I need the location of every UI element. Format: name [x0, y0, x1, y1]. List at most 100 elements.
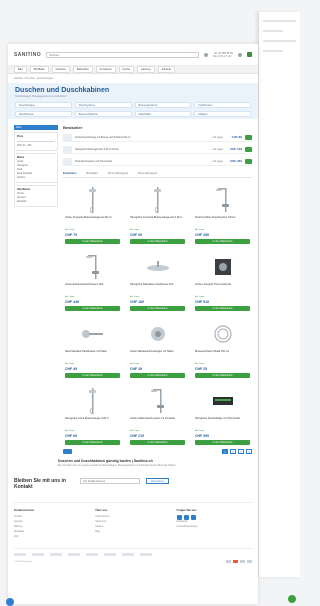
add-to-cart-button[interactable]: In den Warenkorb [65, 239, 120, 244]
flag-icon[interactable] [104, 553, 116, 556]
product-card[interactable]: Grohe Euphoria Duschsystem 260 Auf Lager C… [63, 250, 122, 313]
add-to-cart-button[interactable]: In den Warenkorb [65, 306, 120, 311]
subcategory-link[interactable]: Brauseschläuche [74, 111, 132, 117]
footer-link[interactable]: FAQ [14, 535, 89, 540]
add-to-cart-button[interactable]: In den Warenkorb [195, 239, 250, 244]
youtube-icon[interactable] [190, 515, 196, 520]
filter-option[interactable]: Sanitino [17, 176, 55, 180]
product-card[interactable]: Grohe Wandanschlussbogen mit Halter Auf L… [128, 317, 187, 380]
product-name[interactable]: Ideal Standard Handbrause mit Halter [65, 350, 120, 362]
product-card[interactable]: Hansgrohe Raindance Kopfbrause 240 Auf La… [128, 250, 187, 313]
product-card[interactable]: Brauseschlauch Metall 150 cm Auf Lager CHF… [193, 317, 252, 380]
footer-link[interactable]: Kundenbewertungen [177, 525, 252, 530]
add-to-cart-button[interactable] [245, 134, 252, 140]
site-logo[interactable]: SANITINO [14, 52, 41, 58]
product-name[interactable]: Grohe Euphoria Duschsystem 260 [65, 283, 120, 295]
add-to-cart-button[interactable]: In den Warenkorb [130, 239, 185, 244]
prev-page-button[interactable] [63, 449, 72, 454]
product-name[interactable]: Hansgrohe Duschablage mit Thermostat [195, 417, 250, 429]
subcategory-link[interactable]: Duschstangen [15, 102, 72, 108]
flag-icon[interactable] [122, 553, 134, 556]
page-number[interactable]: 3 [238, 449, 244, 454]
product-card[interactable]: Hansgrohe Crometta Brausestangenset 0,90… [128, 183, 187, 246]
nav-item[interactable]: Duschen [51, 66, 70, 73]
filter-header[interactable]: Filter [14, 125, 58, 130]
page-number[interactable]: 4 [246, 449, 252, 454]
product-card[interactable]: Kludi Freshline Duschsystem Chrom Auf Lag… [193, 183, 252, 246]
product-image[interactable] [130, 185, 185, 214]
subcategory-link[interactable]: Handbrausen [15, 111, 72, 117]
product-name[interactable]: Grohe Vitalio Duschsystem mit Umsteller [130, 417, 185, 429]
breadcrumb[interactable]: Sanitino › Duschen › Duschstangen [8, 74, 258, 83]
flag-icon[interactable] [140, 553, 152, 556]
product-image[interactable] [195, 252, 250, 281]
nav-item[interactable]: Badmöbel [72, 66, 93, 73]
subcategory-link[interactable]: Wandhalter [134, 111, 192, 117]
product-image[interactable] [65, 185, 120, 214]
user-icon[interactable] [238, 52, 242, 57]
add-to-cart-button[interactable] [245, 146, 252, 152]
product-image[interactable] [65, 319, 120, 348]
subcategory-link[interactable]: Ablagen [194, 111, 251, 117]
product-image[interactable] [65, 386, 120, 415]
product-card[interactable]: Hansgrohe Unica Brausestange 0,65 m Auf L… [63, 384, 122, 447]
product-image[interactable] [130, 386, 185, 415]
subscribe-button[interactable]: Abonnieren [146, 478, 169, 484]
product-name[interactable]: Hansgrohe Unica Brausestange 0,65 m [65, 417, 120, 429]
page-number[interactable]: 1 [222, 449, 228, 454]
product-image[interactable] [195, 319, 250, 348]
add-to-cart-button[interactable]: In den Warenkorb [195, 440, 250, 445]
nav-item[interactable]: Bad [14, 66, 27, 73]
price-slider[interactable] [17, 141, 55, 142]
bestseller-name[interactable]: Grohe Duschstange mit Brause und Schlauc… [75, 136, 194, 139]
nav-item[interactable]: Küche [118, 66, 134, 73]
product-name[interactable]: Grohe Wandanschlussbogen mit Halter [130, 350, 185, 362]
product-image[interactable] [130, 252, 185, 281]
search-input[interactable] [46, 51, 200, 58]
subcategory-link[interactable]: Brausegarnituren [134, 102, 192, 108]
product-name[interactable]: Kludi Freshline Duschsystem Chrom [195, 216, 250, 228]
subcategory-link[interactable]: Kopfbrausen [194, 102, 251, 108]
add-to-cart-button[interactable]: In den Warenkorb [130, 440, 185, 445]
product-name[interactable]: Grohe Unterputz Thermostat Set [195, 283, 250, 295]
add-to-cart-button[interactable]: In den Warenkorb [195, 306, 250, 311]
bestseller-row[interactable]: Kludi Duschsystem mit Thermostat Auf Lag… [63, 157, 252, 166]
help-button[interactable] [288, 595, 296, 603]
add-to-cart-button[interactable] [245, 158, 252, 164]
product-name[interactable]: Brauseschlauch Metall 150 cm [195, 350, 250, 362]
page-number[interactable]: 2 [230, 449, 236, 454]
footer-link[interactable]: Blog [95, 530, 170, 535]
product-card[interactable]: Grohe Unterputz Thermostat Set Auf Lager C… [193, 250, 252, 313]
nav-item[interactable]: WC/Bidet [29, 66, 49, 73]
product-image[interactable] [195, 386, 250, 415]
flag-icon[interactable] [68, 553, 80, 556]
nav-item[interactable]: Armaturen [95, 66, 116, 73]
bestseller-name[interactable]: Hansgrohe Brausegarnitur 0,90 m Chrom [75, 148, 194, 151]
add-to-cart-button[interactable]: In den Warenkorb [65, 373, 120, 378]
add-to-cart-button[interactable]: In den Warenkorb [195, 373, 250, 378]
flag-icon[interactable] [14, 553, 26, 556]
add-to-cart-button[interactable]: In den Warenkorb [130, 373, 185, 378]
flag-icon[interactable] [32, 553, 44, 556]
product-card[interactable]: Hansgrohe Duschablage mit Thermostat Auf … [193, 384, 252, 447]
product-image[interactable] [130, 319, 185, 348]
bestseller-row[interactable]: Grohe Duschstange mit Brause und Schlauc… [63, 133, 252, 142]
product-card[interactable]: Ideal Standard Handbrause mit Halter Auf … [63, 317, 122, 380]
cart-icon[interactable] [247, 52, 252, 57]
product-name[interactable]: Grohe Tempesta Brausestangenset 60 cm [65, 216, 120, 228]
flag-icon[interactable] [50, 553, 62, 556]
product-image[interactable] [195, 185, 250, 214]
bestseller-name[interactable]: Kludi Duschsystem mit Thermostat [75, 160, 194, 163]
product-card[interactable]: Grohe Tempesta Brausestangenset 60 cm Auf… [63, 183, 122, 246]
tab-sort[interactable]: Preis aufsteigend [108, 172, 128, 175]
newsletter-email-input[interactable] [80, 478, 140, 484]
product-name[interactable]: Hansgrohe Raindance Kopfbrause 240 [130, 283, 185, 295]
flag-icon[interactable] [86, 553, 98, 556]
nav-item[interactable]: Heizung [137, 66, 155, 73]
tab-sort[interactable]: Empfohlen [63, 172, 76, 175]
tab-sort[interactable]: Bestseller [86, 172, 97, 175]
add-to-cart-button[interactable]: In den Warenkorb [130, 306, 185, 311]
tab-sort[interactable]: Preis absteigend [138, 172, 157, 175]
bestseller-row[interactable]: Hansgrohe Brausegarnitur 0,90 m Chrom Au… [63, 145, 252, 154]
subcategory-link[interactable]: Duschsysteme [74, 102, 132, 108]
